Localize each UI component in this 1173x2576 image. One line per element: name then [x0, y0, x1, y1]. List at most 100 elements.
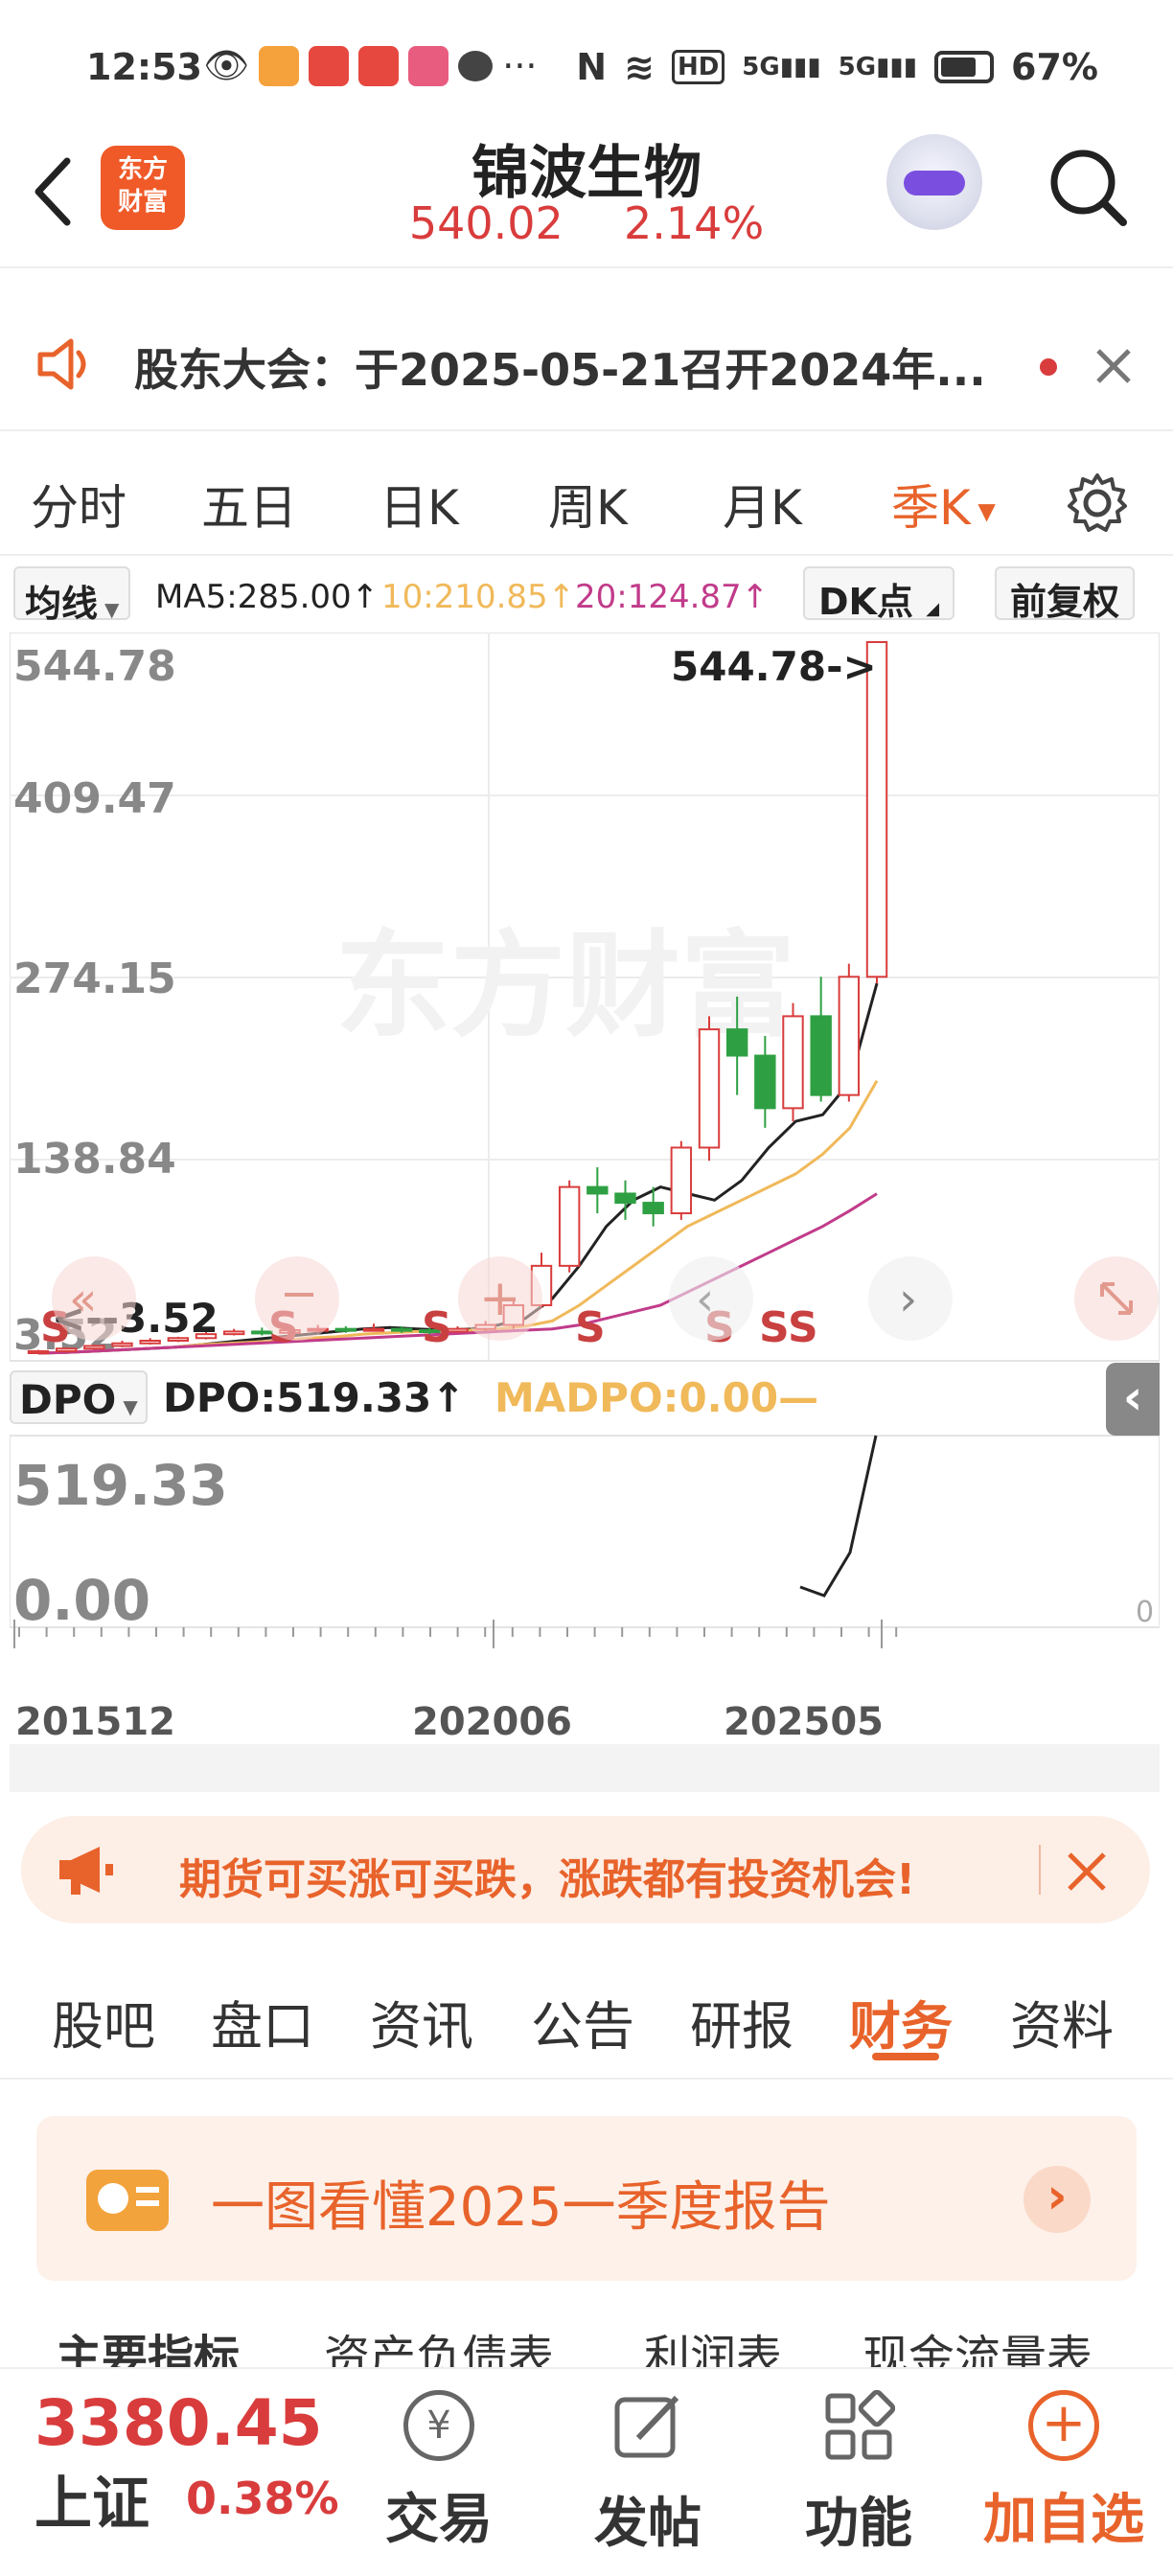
candle-body — [810, 1015, 832, 1096]
notice-text: 股东大会：于2025-05-21召开2024年... — [134, 344, 986, 396]
candle-body — [754, 1054, 776, 1110]
signal-s: S — [788, 1303, 818, 1352]
y-axis-label: 274.15 — [13, 954, 176, 1003]
kline-chart-svg[interactable]: 东方财富 544.78 409.47 274.15 138.84 3.52 54… — [9, 632, 1161, 1792]
index-change: 0.38% — [186, 2472, 339, 2524]
app-notification-icon — [259, 45, 300, 86]
features-button[interactable]: 功能 — [792, 2389, 926, 2563]
candle-body — [222, 1330, 245, 1336]
plus-icon: + — [479, 1270, 521, 1327]
tab-kline-5[interactable]: 季K ▼ — [891, 470, 996, 539]
plus-circle-icon: + — [1028, 2390, 1099, 2461]
yen-circle-icon: ¥ — [403, 2390, 474, 2461]
report-card[interactable]: 一图看懂2025一季度报告 › — [36, 2116, 1137, 2281]
candle-body — [614, 1192, 636, 1205]
dk-point-button[interactable]: DK点 ◢ — [803, 566, 955, 623]
dpo-selector[interactable]: DPO ▼ — [10, 1370, 148, 1424]
stock-change-pct: 2.14% — [624, 197, 765, 249]
signal-s: S — [759, 1303, 790, 1352]
candle-body — [558, 1185, 581, 1267]
candle-body — [838, 976, 861, 1096]
tab-section-3[interactable]: 公告 — [531, 1984, 634, 2059]
search-icon[interactable] — [1045, 144, 1131, 230]
ma20-value: 20:124.87↑ — [575, 578, 770, 616]
x-axis-label: 202505 — [724, 1700, 884, 1744]
edit-icon — [614, 2395, 679, 2458]
nfc-icon: N — [576, 46, 608, 88]
ad-text: 期货可买涨可买跌，涨跌都有投资机会! — [179, 1855, 916, 1904]
collapse-panel-button[interactable]: ‹ — [1106, 1363, 1160, 1436]
megaphone-icon — [59, 1847, 113, 1895]
app-notification-icon — [408, 45, 449, 86]
double-chevron-left-icon: « — [69, 1273, 97, 1326]
signal-icon: 5G▮▮▮ — [742, 53, 821, 81]
candle-body — [698, 1028, 721, 1149]
battery-icon — [934, 51, 995, 83]
system-icons: N ≋ HD 5G▮▮▮ 5G▮▮▮ 67% — [576, 46, 1098, 88]
candle-body — [83, 1345, 105, 1350]
y-axis-label: 409.47 — [13, 774, 176, 823]
candle-body — [782, 1015, 804, 1110]
candle-body — [111, 1342, 133, 1347]
x-axis-label: 201512 — [15, 1700, 175, 1744]
close-icon[interactable] — [1066, 1851, 1108, 1893]
add-watchlist-button[interactable]: + 加自选 — [968, 2390, 1160, 2563]
eye-icon: 👁 — [203, 44, 250, 86]
minus-icon: − — [280, 1267, 318, 1321]
candle-body — [642, 1202, 664, 1215]
index-widget[interactable]: 3380.45 上证 0.38% — [34, 2390, 351, 2563]
active-tab-indicator — [872, 2053, 939, 2060]
tab-kline-3[interactable]: 周K — [548, 470, 628, 539]
y-axis-label: 544.78 — [13, 642, 176, 691]
adjust-price-button[interactable]: 前复权 — [995, 566, 1136, 623]
candle-body — [586, 1185, 609, 1195]
status-bar: 12:53 👁 ··· N ≋ HD 5G▮▮▮ 5G▮▮▮ 67% — [0, 0, 1173, 134]
index-name: 上证 — [34, 2471, 150, 2538]
chevron-right-icon: › — [899, 1273, 917, 1326]
candle-body — [390, 1327, 413, 1332]
speaker-icon — [37, 338, 86, 390]
madpo-value: MADPO:0.00— — [494, 1374, 819, 1421]
assistant-robot-icon[interactable] — [886, 134, 982, 230]
kline-chart-area[interactable]: 东方财富 544.78 409.47 274.15 138.84 3.52 54… — [9, 632, 1161, 1792]
chevron-right-icon: › — [1024, 2166, 1091, 2233]
candle-body — [670, 1146, 693, 1215]
battery-level: 67% — [1011, 46, 1098, 88]
ma-selector[interactable]: 均线 ▼ — [13, 566, 131, 625]
dpo-y-label: 519.33 — [13, 1453, 228, 1518]
close-icon[interactable] — [1092, 345, 1135, 387]
bottom-toolbar: 3380.45 上证 0.38% ¥ 交易 发帖 功能 + 加自选 — [0, 2367, 1173, 2576]
tab-kline-0[interactable]: 分时 — [31, 470, 126, 539]
x-axis-label: 202006 — [412, 1700, 572, 1744]
hd-icon: HD — [671, 50, 725, 84]
tab-kline-1[interactable]: 五日 — [201, 470, 297, 539]
tab-kline-2[interactable]: 日K — [380, 470, 459, 539]
post-button[interactable]: 发帖 — [581, 2390, 715, 2563]
section-tabs: 股吧 盘口 资讯 公告 研报 财务 资料 — [0, 1945, 1173, 2080]
chevron-left-icon: ‹ — [696, 1273, 714, 1326]
report-card-text: 一图看懂2025一季度报告 — [211, 2176, 831, 2239]
candle-body — [334, 1327, 357, 1332]
tab-section-2[interactable]: 资讯 — [370, 1984, 473, 2059]
index-value: 3380.45 — [34, 2386, 323, 2460]
signal-icon: 5G▮▮▮ — [838, 53, 918, 81]
ad-banner[interactable]: 期货可买涨可买跌，涨跌都有投资机会! — [21, 1816, 1150, 1923]
dpo-right-zero: 0 — [1136, 1596, 1154, 1629]
wifi-icon: ≋ — [624, 46, 655, 88]
trade-button[interactable]: ¥ 交易 — [372, 2390, 506, 2563]
high-annotation: 544.78-> — [671, 643, 877, 690]
stock-price: 540.02 — [408, 197, 564, 249]
stock-header: 东方 财富 锦波生物 540.02 2.14% — [0, 134, 1173, 268]
gear-icon[interactable] — [1064, 470, 1131, 537]
notice-banner[interactable]: 股东大会：于2025-05-21召开2024年... — [0, 297, 1173, 431]
y-axis-label: 138.84 — [13, 1135, 176, 1184]
chevron-left-icon: ‹ — [1122, 1369, 1143, 1425]
tab-section-1[interactable]: 盘口 — [211, 1984, 314, 2059]
tab-section-6[interactable]: 资料 — [1010, 1984, 1114, 2059]
tab-section-5[interactable]: 财务 — [849, 1984, 953, 2059]
candle-body — [725, 1028, 748, 1057]
tab-section-4[interactable]: 研报 — [690, 1984, 794, 2059]
tab-kline-4[interactable]: 月K — [723, 470, 802, 539]
signal-s: S — [575, 1303, 606, 1352]
tab-section-0[interactable]: 股吧 — [52, 1984, 155, 2059]
